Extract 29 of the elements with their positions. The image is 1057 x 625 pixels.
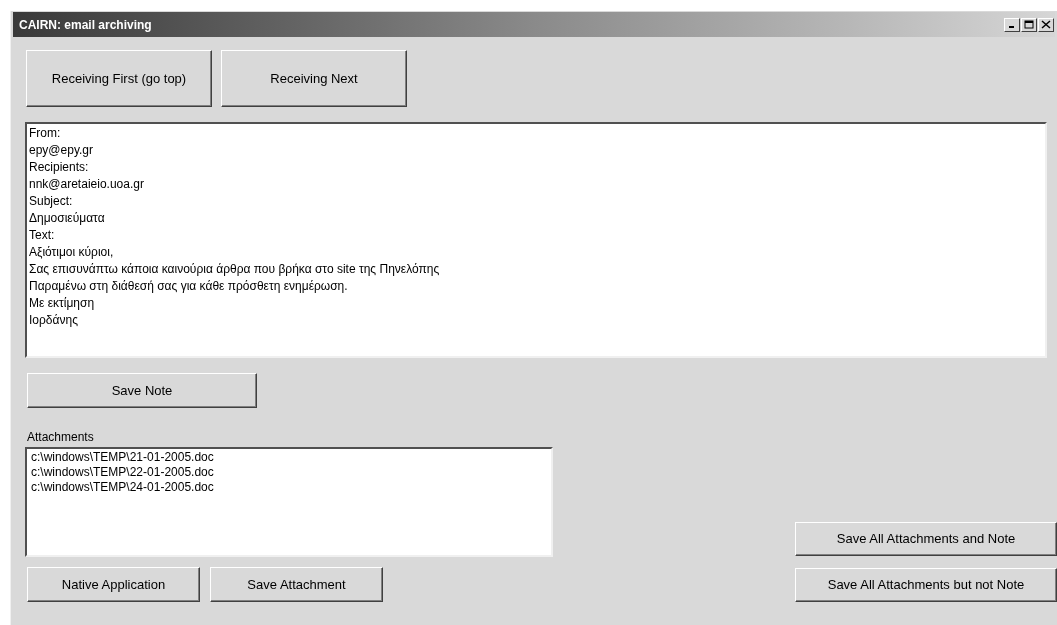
message-line: nnk@aretaieio.uoa.gr xyxy=(29,176,145,193)
save-all-button[interactable]: Save All Attachments but not Note xyxy=(795,568,1057,602)
message-line: Δημοσιεύματα xyxy=(29,210,106,227)
message-line: Αξιότιμοι κύριοι, xyxy=(29,244,115,261)
message-line: Text: xyxy=(29,227,56,244)
message-line: Σας επισυνάπτω κάποια καινούρια άρθρα που βρήκα στο site της Πηνελόπης xyxy=(29,261,441,278)
receiving-button[interactable]: Receiving Next xyxy=(221,50,407,107)
save-all-button[interactable]: Save All Attachments and Note xyxy=(795,522,1057,556)
maximize-icon[interactable] xyxy=(1021,17,1037,32)
minimize-icon[interactable] xyxy=(1004,17,1020,32)
attachment-action-button[interactable]: Save Attachment xyxy=(210,567,383,602)
message-line: Ιορδάνης xyxy=(29,312,79,329)
attachment-item[interactable]: c:\windows\TEMP\21-01-2005.doc xyxy=(31,450,551,465)
close-icon[interactable] xyxy=(1038,17,1054,32)
message-line: epy@epy.gr xyxy=(29,142,94,159)
attachments-list[interactable]: c:\windows\TEMP\21-01-2005.doc c:\windows\TEMP\22-01-2005.doc c:\windows\TEMP\24-01-2005.doc xyxy=(25,447,553,557)
attachment-item[interactable]: c:\windows\TEMP\24-01-2005.doc xyxy=(31,480,551,495)
message-line: Με εκτίμηση xyxy=(29,295,96,312)
message-line: From: xyxy=(29,125,62,142)
attachments-label: Attachments xyxy=(27,430,95,444)
receiving-button[interactable]: Receiving First (go top) xyxy=(26,50,212,107)
save-note-button[interactable]: Save Note xyxy=(27,373,257,408)
message-line: Παραμένω στη διάθεσή σας για κάθε πρόσθετη ενημέρωση. xyxy=(29,278,349,295)
window-title: CAIRN: email archiving xyxy=(19,16,152,34)
attachment-item[interactable]: c:\windows\TEMP\22-01-2005.doc xyxy=(31,465,551,480)
attachment-action-button[interactable]: Native Application xyxy=(27,567,200,602)
message-line: Subject: xyxy=(29,193,74,210)
message-text-area[interactable] xyxy=(25,122,1047,358)
message-line: Recipients: xyxy=(29,159,90,176)
